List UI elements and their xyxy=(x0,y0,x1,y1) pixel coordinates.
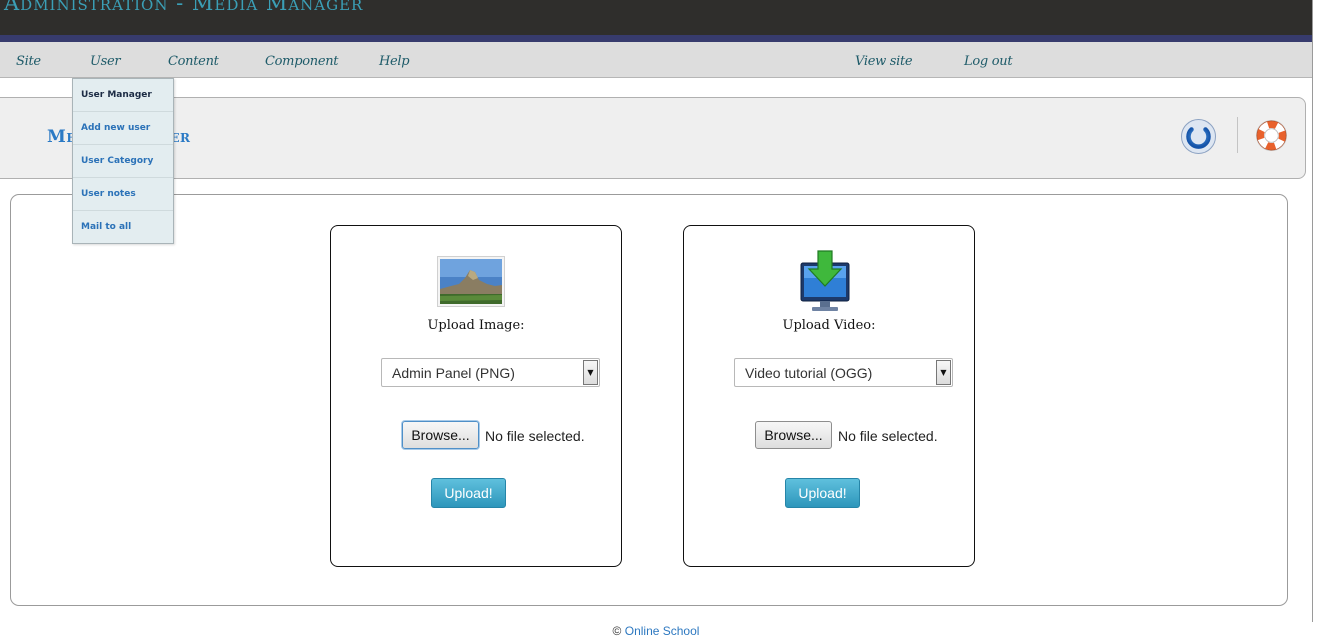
chevron-down-icon: ▼ xyxy=(583,360,598,385)
nav-item-content[interactable]: Content xyxy=(168,54,219,69)
footer-link[interactable]: Online School xyxy=(625,624,700,638)
video-select[interactable]: Video tutorial (OGG) ▼ xyxy=(734,358,953,387)
landscape-image-icon xyxy=(437,256,505,307)
video-upload-card: Upload Video: Video tutorial (OGG) ▼ Bro… xyxy=(683,225,975,567)
toolbar-divider xyxy=(1237,117,1238,153)
copyright-symbol: © xyxy=(612,624,622,638)
nav-item-view-site[interactable]: View site xyxy=(855,54,913,69)
header-stripe xyxy=(0,35,1312,42)
image-upload-label: Upload Image: xyxy=(427,318,525,333)
power-icon[interactable] xyxy=(1180,118,1217,155)
image-upload-card: Upload Image: Admin Panel (PNG) ▼ Browse… xyxy=(330,225,622,567)
header-bar: Administration - Media Manager xyxy=(0,0,1312,35)
video-upload-button[interactable]: Upload! xyxy=(785,478,860,508)
menu-item-user-manager[interactable]: User Manager xyxy=(73,79,173,112)
nav-item-component[interactable]: Component xyxy=(265,54,339,69)
video-browse-button[interactable]: Browse... xyxy=(755,421,832,449)
video-file-status: No file selected. xyxy=(838,428,938,444)
nav-item-site[interactable]: Site xyxy=(16,54,41,69)
menu-item-user-category[interactable]: User Category xyxy=(73,145,173,178)
lifebuoy-icon[interactable] xyxy=(1254,118,1289,153)
image-upload-button[interactable]: Upload! xyxy=(431,478,506,508)
chevron-down-icon: ▼ xyxy=(936,360,951,385)
nav-item-user[interactable]: User xyxy=(90,54,121,69)
nav-item-help[interactable]: Help xyxy=(379,54,410,69)
image-select-value: Admin Panel (PNG) xyxy=(392,365,515,381)
content-panel xyxy=(10,194,1288,606)
footer: © Online School xyxy=(0,624,1312,638)
menu-item-user-notes[interactable]: User notes xyxy=(73,178,173,211)
image-file-status: No file selected. xyxy=(485,428,585,444)
video-select-value: Video tutorial (OGG) xyxy=(745,365,873,381)
image-browse-button[interactable]: Browse... xyxy=(402,421,479,449)
nav-item-log-out[interactable]: Log out xyxy=(964,54,1013,69)
menu-item-mail-to-all[interactable]: Mail to all xyxy=(73,211,173,244)
user-dropdown-menu: User Manager Add new user User Category … xyxy=(72,78,174,244)
app-title: Administration - Media Manager xyxy=(4,0,364,15)
video-upload-label: Upload Video: xyxy=(782,318,876,333)
page-right-border xyxy=(1312,0,1313,622)
main-nav: Site User Content Component Help View si… xyxy=(0,42,1312,78)
monitor-download-icon xyxy=(800,250,850,311)
page-header-panel xyxy=(0,97,1306,179)
image-select[interactable]: Admin Panel (PNG) ▼ xyxy=(381,358,600,387)
menu-item-add-new-user[interactable]: Add new user xyxy=(73,112,173,145)
